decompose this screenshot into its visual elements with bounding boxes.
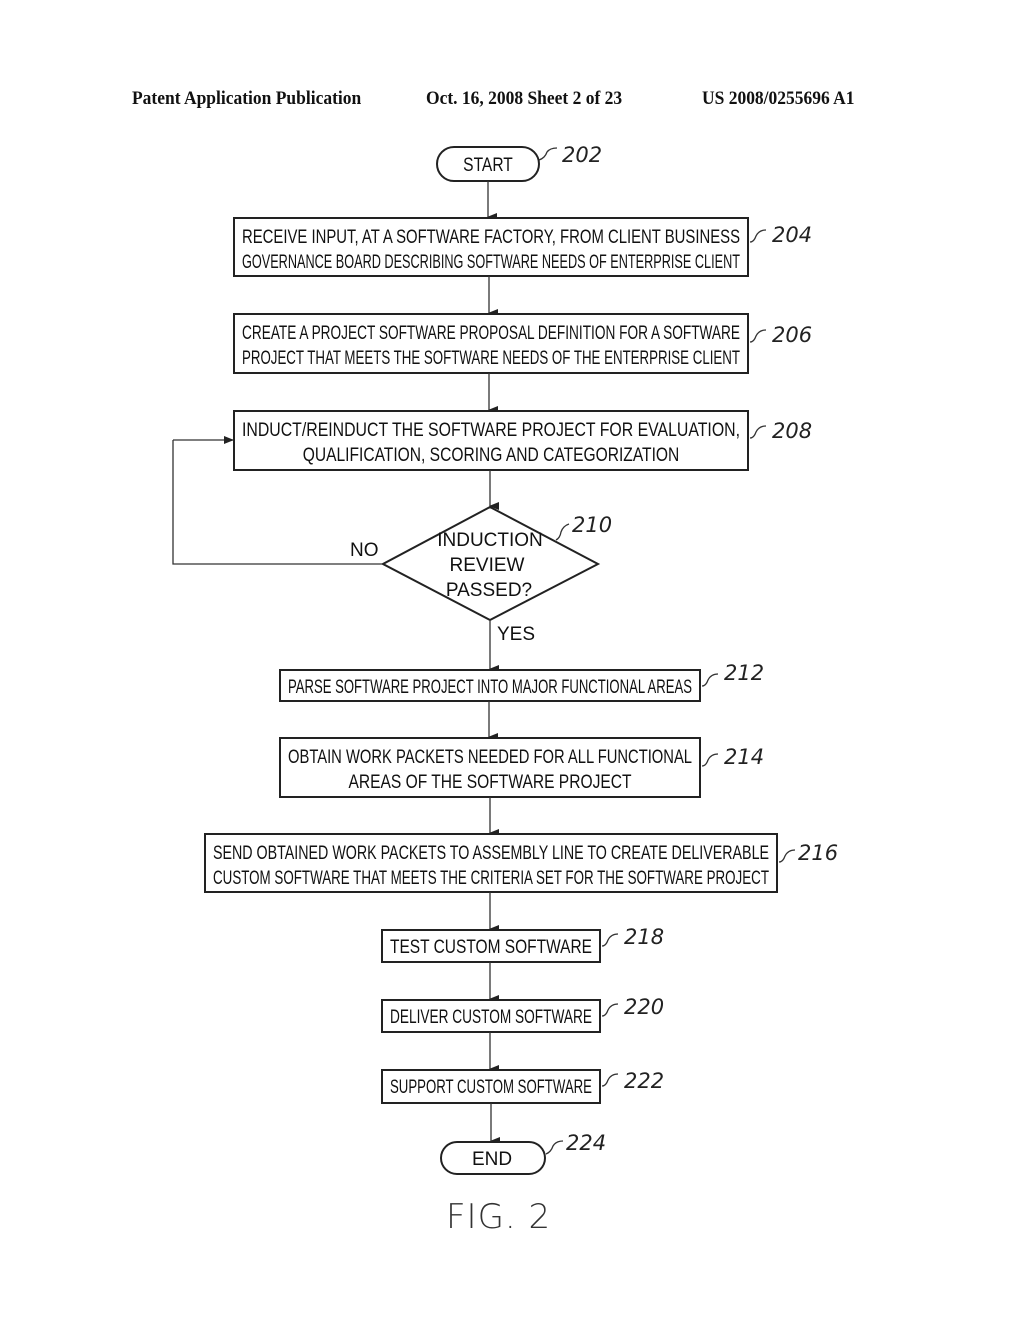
ref-leader-204: [749, 229, 767, 243]
process-step-218: TEST CUSTOM SOFTWARE 218: [381, 925, 664, 963]
step-text-line: QUALIFICATION, SCORING AND CATEGORIZATIO…: [303, 445, 680, 466]
end-label: END: [472, 1149, 512, 1170]
ref-leader-224: [545, 1140, 564, 1155]
ref-leader-216: [778, 849, 796, 863]
ref-218: 218: [624, 925, 664, 949]
decision-text-line: PASSED?: [446, 580, 532, 601]
process-step-208: INDUCT/REINDUCT THE SOFTWARE PROJECT FOR…: [233, 410, 812, 471]
ref-leader-218: [601, 933, 619, 947]
ref-208: 208: [772, 419, 812, 443]
step-text-line: PARSE SOFTWARE PROJECT INTO MAJOR FUNCTI…: [288, 677, 692, 698]
ref-220: 220: [624, 995, 664, 1019]
step-text-line: AREAS OF THE SOFTWARE PROJECT: [348, 772, 631, 793]
ref-leader-208: [749, 425, 767, 439]
ref-leader-212: [701, 673, 719, 687]
step-text-line: TEST CUSTOM SOFTWARE: [390, 937, 592, 958]
step-text-line: GOVERNANCE BOARD DESCRIBING SOFTWARE NEE…: [242, 252, 740, 273]
no-label: NO: [350, 540, 379, 561]
flowchart: START 202 RECEIVE INPUT, AT A SOFTWARE F…: [172, 143, 838, 1237]
process-step-214: OBTAIN WORK PACKETS NEEDED FOR ALL FUNCT…: [279, 737, 764, 798]
step-text-line: SEND OBTAINED WORK PACKETS TO ASSEMBLY L…: [213, 843, 769, 864]
ref-210: 210: [572, 513, 612, 537]
ref-leader-222: [601, 1073, 619, 1087]
ref-202: 202: [562, 143, 602, 167]
process-step-204: RECEIVE INPUT, AT A SOFTWARE FACTORY, FR…: [233, 217, 812, 277]
process-step-212: PARSE SOFTWARE PROJECT INTO MAJOR FUNCTI…: [279, 661, 764, 702]
step-text-line: DELIVER CUSTOM SOFTWARE: [390, 1007, 592, 1028]
ref-204: 204: [772, 223, 812, 247]
ref-leader-214: [701, 753, 719, 767]
yes-label: YES: [497, 624, 535, 645]
step-text-line: OBTAIN WORK PACKETS NEEDED FOR ALL FUNCT…: [288, 747, 692, 768]
ref-222: 222: [624, 1069, 664, 1093]
ref-206: 206: [772, 323, 812, 347]
figure-label: FIG. 2: [446, 1197, 551, 1237]
process-step-206: CREATE A PROJECT SOFTWARE PROPOSAL DEFIN…: [233, 313, 812, 374]
step-text-line: PROJECT THAT MEETS THE SOFTWARE NEEDS OF…: [242, 348, 740, 369]
start-terminator: START 202: [436, 143, 602, 182]
step-text-line: INDUCT/REINDUCT THE SOFTWARE PROJECT FOR…: [242, 420, 740, 441]
start-label: START: [463, 155, 513, 176]
step-text-line: CREATE A PROJECT SOFTWARE PROPOSAL DEFIN…: [242, 323, 740, 344]
step-text-line: RECEIVE INPUT, AT A SOFTWARE FACTORY, FR…: [242, 227, 740, 248]
decision-210: INDUCTION REVIEW PASSED? 210: [380, 505, 612, 622]
ref-leader-220: [601, 1003, 619, 1017]
step-text-line: CUSTOM SOFTWARE THAT MEETS THE CRITERIA …: [213, 868, 769, 889]
ref-leader-206: [749, 329, 767, 343]
step-text-line: SUPPORT CUSTOM SOFTWARE: [390, 1077, 592, 1098]
ref-224: 224: [566, 1131, 606, 1155]
end-terminator: END 224: [440, 1131, 606, 1175]
ref-212: 212: [724, 661, 764, 685]
ref-leader-202: [538, 147, 558, 161]
ref-216: 216: [798, 841, 838, 865]
decision-text-line: INDUCTION: [437, 530, 543, 551]
decision-text-line: REVIEW: [450, 555, 525, 576]
process-step-216: SEND OBTAINED WORK PACKETS TO ASSEMBLY L…: [204, 833, 838, 893]
ref-leader-210: [555, 523, 570, 541]
ref-214: 214: [724, 745, 764, 769]
process-step-220: DELIVER CUSTOM SOFTWARE 220: [381, 995, 664, 1033]
process-step-222: SUPPORT CUSTOM SOFTWARE 222: [381, 1069, 664, 1104]
